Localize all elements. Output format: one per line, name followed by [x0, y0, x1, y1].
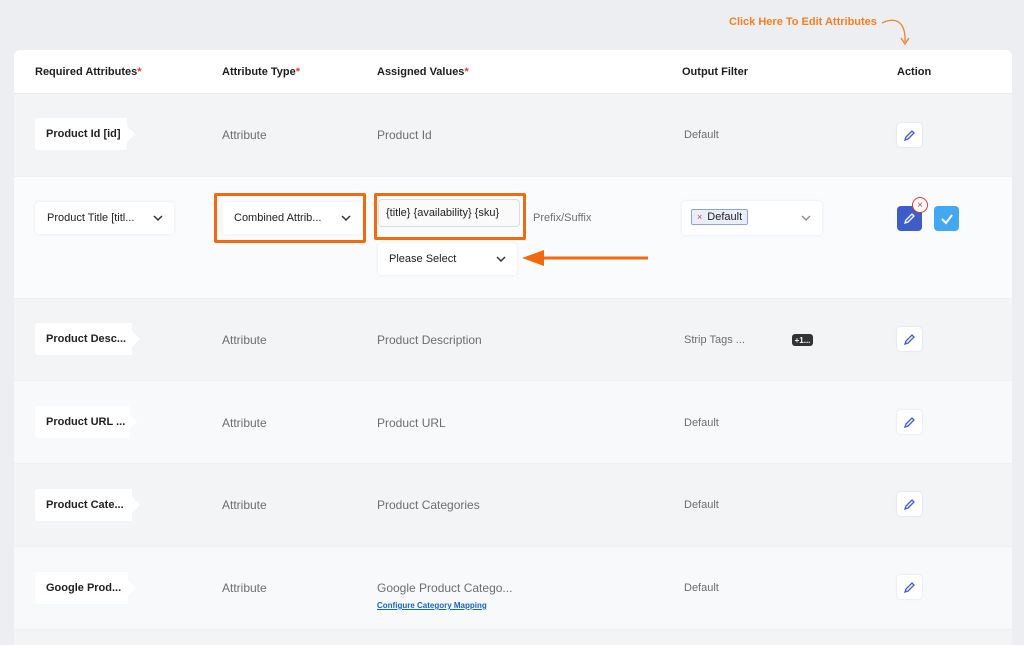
configure-category-mapping-link[interactable]: Configure Category Mapping: [377, 601, 487, 610]
pencil-icon: [903, 416, 915, 428]
attribute-tag: Product Id [id]: [35, 118, 135, 150]
header-action: Action: [897, 66, 932, 78]
assigned-value-text: Google Product Catego...: [377, 581, 513, 595]
assigned-value-text: Product URL: [377, 416, 446, 430]
assigned-value-text: Product Categories: [377, 498, 480, 512]
chevron-down-icon: [153, 215, 163, 222]
pencil-icon: [903, 581, 915, 593]
attribute-type-text: Attribute: [222, 333, 267, 347]
attribute-type-select[interactable]: Combined Attrib...: [222, 202, 362, 234]
output-filter-text: Default: [684, 582, 719, 594]
header-assigned-values: Assigned Values*: [377, 66, 469, 78]
output-filter-text: Strip Tags ...: [684, 334, 745, 346]
attribute-tag: Product Desc...: [35, 323, 140, 355]
pencil-icon: [903, 129, 915, 141]
attribute-type-select-value: Combined Attrib...: [234, 212, 322, 224]
header-output-filter: Output Filter: [682, 66, 748, 78]
remove-chip-icon[interactable]: ×: [697, 212, 702, 222]
edit-button[interactable]: [897, 123, 922, 147]
cancel-edit-icon[interactable]: ×: [912, 197, 928, 213]
attributes-panel: Required Attributes* Attribute Type* Ass…: [14, 50, 1012, 645]
confirm-button[interactable]: [934, 206, 959, 231]
chevron-down-icon: [801, 215, 811, 221]
chevron-down-icon: [341, 215, 351, 222]
assigned-value-text: Product Description: [377, 333, 482, 347]
edit-button[interactable]: [897, 410, 922, 434]
pencil-icon: [903, 498, 915, 510]
table-row: Product URL ... Attribute Product URL De…: [14, 381, 1012, 464]
curved-arrow-icon: [881, 19, 910, 46]
attribute-select[interactable]: Product Title [titl...: [35, 202, 174, 234]
header-attribute-type: Attribute Type*: [222, 66, 301, 78]
table-row: Google Prod... Attribute Google Product …: [14, 547, 1012, 630]
attribute-select-value: Product Title [titl...: [47, 212, 135, 224]
combined-values-text: {title} {availability} {sku}: [386, 207, 500, 219]
table-row: Product Cate... Attribute Product Catego…: [14, 464, 1012, 547]
attribute-tag: Product URL ...: [35, 406, 137, 438]
edit-attributes-hint: Click Here To Edit Attributes: [729, 16, 877, 28]
filter-chip: × Default: [691, 209, 749, 225]
attribute-type-text: Attribute: [222, 498, 267, 512]
please-select-dropdown[interactable]: Please Select: [378, 243, 517, 275]
attribute-tag: Product Cate...: [35, 489, 140, 521]
attribute-type-text: Attribute: [222, 128, 267, 142]
attribute-type-text: Attribute: [222, 581, 267, 595]
table-row: Product Id [id] Attribute Product Id Def…: [14, 94, 1012, 177]
edit-button[interactable]: [897, 575, 922, 599]
please-select-text: Please Select: [389, 253, 457, 265]
table-row-editing: Product Title [titl... Combined Attrib..…: [14, 177, 1012, 299]
filter-chip-label: Default: [707, 211, 743, 223]
table-header: Required Attributes* Attribute Type* Ass…: [14, 50, 1012, 94]
edit-button[interactable]: [897, 492, 922, 516]
table-row: [14, 630, 1012, 645]
attribute-type-text: Attribute: [222, 416, 267, 430]
prefix-suffix-link[interactable]: Prefix/Suffix: [533, 212, 592, 224]
pointer-arrow-icon: [522, 250, 648, 266]
pencil-icon: [903, 333, 915, 345]
table-row: Product Desc... Attribute Product Descri…: [14, 299, 1012, 381]
assigned-value-text: Product Id: [377, 128, 432, 142]
pencil-icon: [903, 213, 915, 225]
combined-values-input[interactable]: {title} {availability} {sku}: [378, 199, 520, 227]
chevron-down-icon: [496, 256, 506, 263]
attribute-tag: Google Prod...: [35, 572, 136, 604]
output-filter-text: Default: [684, 129, 719, 141]
output-filter-text: Default: [684, 417, 719, 429]
more-filters-badge: +1...: [792, 334, 813, 346]
output-filter-text: Default: [684, 499, 719, 511]
edit-button[interactable]: [897, 327, 922, 351]
header-required-attributes: Required Attributes*: [35, 66, 142, 78]
check-icon: [940, 213, 953, 225]
